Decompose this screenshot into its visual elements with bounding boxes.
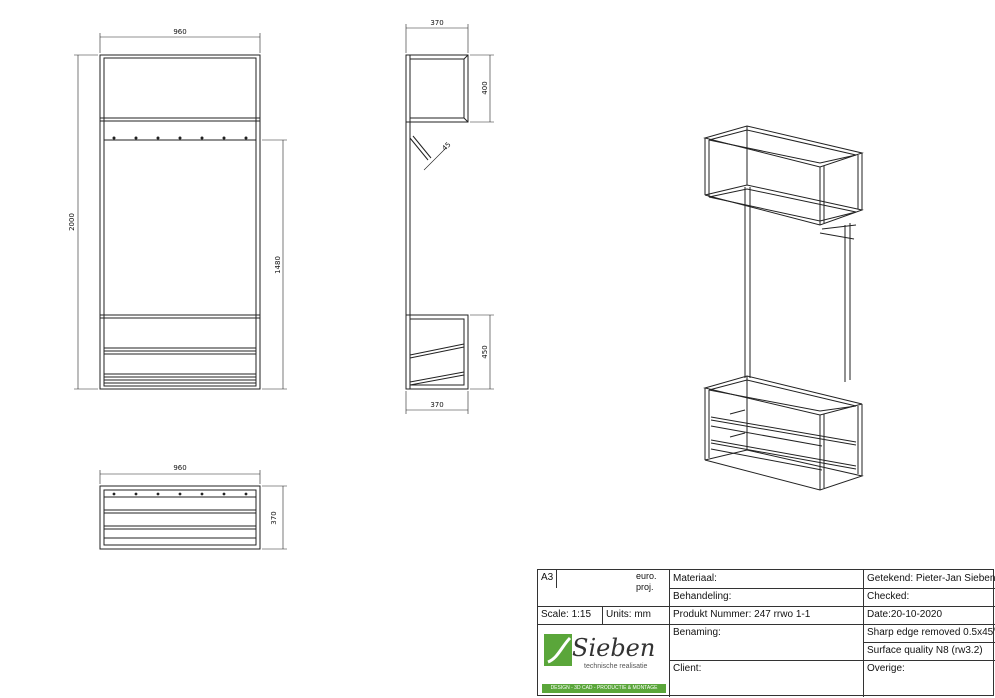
dim-side-top-height: 400 [481,81,489,94]
dim-front-inner-height: 1480 [274,256,282,274]
date-field: Date:20-10-2020 [867,609,943,620]
dim-front-width: 960 [173,28,186,36]
dim-top-view-depth: 370 [270,511,278,524]
sharp-edge-note: Sharp edge removed 0.5x45° [867,627,995,638]
title-block: A3 euro. proj. Scale: 1:15 Units: mm Mat… [537,569,995,697]
sheet-size: A3 [541,572,554,583]
getekend-field: Getekend: Pieter-Jan Sieben [867,573,995,584]
client-field: Client: [673,663,702,674]
dim-side-bottom-height: 450 [481,345,489,358]
projection-line1: euro. [636,571,657,581]
dim-side-angle: 45 [441,141,453,153]
company-logo: Sieben technische realisatie DESIGN - 3D… [542,628,666,694]
checked-field: Checked: [867,591,910,602]
projection-line2: proj. [636,582,654,592]
top-view [99,470,287,550]
behandeling-field: Behandeling: [673,591,732,602]
logo-footer: DESIGN - 3D CAD - PRODUCTIE & MONTAGE [542,684,666,693]
units-label: Units: mm [606,609,651,620]
overige-field: Overige: [867,663,905,674]
surface-quality-note: Surface quality N8 (rw3.2) [867,645,983,656]
dim-front-height: 2000 [68,213,76,231]
benaming-field: Benaming: [673,627,721,638]
dim-side-top-depth: 370 [430,19,443,27]
scale-label: Scale: 1:15 [541,609,592,620]
produkt-nummer-field: Produkt Nummer: 247 rrwo 1-1 [673,609,811,620]
dim-top-view-width: 960 [173,464,186,472]
dim-side-bottom-depth: 370 [430,401,443,409]
materiaal-field: Materiaal: [673,573,717,584]
logo-name: Sieben [572,634,656,662]
isometric-view [703,125,864,491]
front-view [74,33,287,390]
logo-tagline: technische realisatie [584,663,648,670]
